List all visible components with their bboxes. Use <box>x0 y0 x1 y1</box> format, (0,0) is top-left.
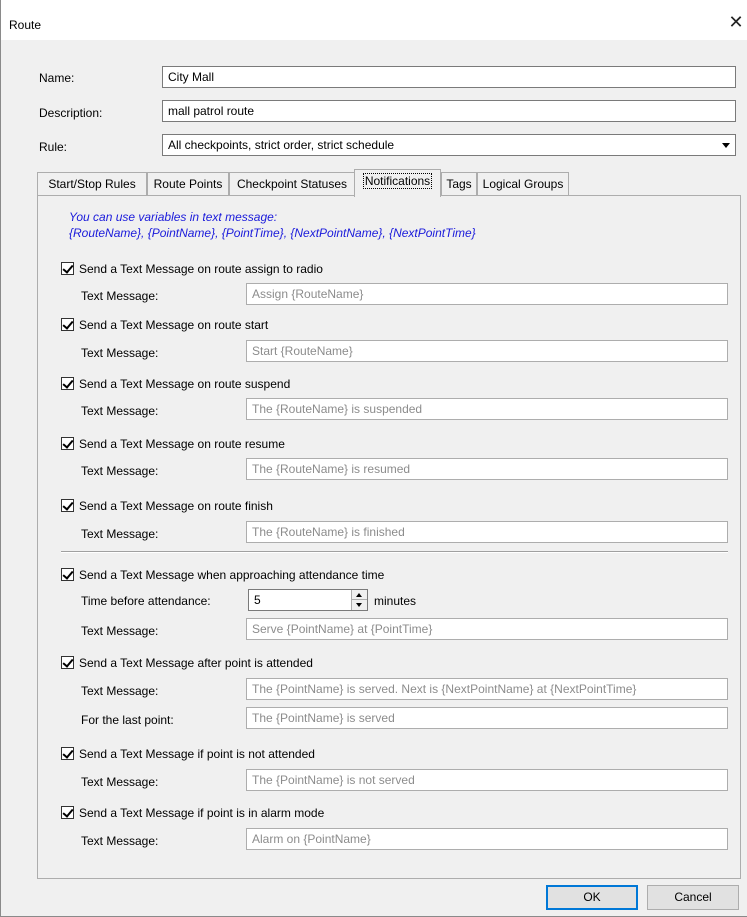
checkbox-approaching-attendance[interactable] <box>61 568 74 581</box>
text-message-label: Text Message: <box>81 684 159 698</box>
checkbox-after-attended[interactable] <box>61 656 74 669</box>
minutes-label: minutes <box>374 594 417 608</box>
assign-to-radio-label: Send a Text Message on route assign to r… <box>79 262 323 276</box>
start-message-field[interactable]: Start {RouteName} <box>246 340 728 362</box>
checkbox-route-suspend[interactable] <box>61 377 74 390</box>
stepper-up-icon[interactable] <box>352 590 367 600</box>
tab-tags[interactable]: Tags <box>441 172 477 196</box>
rule-label: Rule: <box>39 140 68 154</box>
route-resume-label: Send a Text Message on route resume <box>79 437 285 451</box>
time-before-attendance-label: Time before attendance: <box>81 594 211 608</box>
not-attended-message-field[interactable]: The {PointName} is not served <box>246 769 728 791</box>
checkbox-route-start[interactable] <box>61 318 74 331</box>
text-message-label: Text Message: <box>81 624 159 638</box>
alarm-mode-label: Send a Text Message if point is in alarm… <box>79 806 325 820</box>
tab-start-stop-rules[interactable]: Start/Stop Rules <box>37 172 147 196</box>
resume-message-field[interactable]: The {RouteName} is resumed <box>246 458 728 480</box>
tab-notifications[interactable]: Notifications <box>354 169 441 197</box>
window-title: Route <box>9 18 42 32</box>
name-label: Name: <box>39 71 75 85</box>
route-start-label: Send a Text Message on route start <box>79 318 269 332</box>
description-field[interactable]: mall patrol route <box>162 100 736 122</box>
text-message-label: Text Message: <box>81 464 159 478</box>
approaching-message-field[interactable]: Serve {PointName} at {PointTime} <box>246 618 728 640</box>
checkbox-route-finish[interactable] <box>61 499 74 512</box>
text-message-label: Text Message: <box>81 527 159 541</box>
close-icon[interactable]: ✕ <box>725 10 747 36</box>
time-before-attendance-stepper[interactable]: 5 <box>248 589 368 611</box>
name-field[interactable]: City Mall <box>162 66 736 88</box>
checkbox-alarm-mode[interactable] <box>61 806 74 819</box>
route-suspend-label: Send a Text Message on route suspend <box>79 377 291 391</box>
assign-message-field[interactable]: Assign {RouteName} <box>246 283 728 305</box>
title-bar: Route ✕ <box>1 0 747 40</box>
cancel-button[interactable]: Cancel <box>647 885 739 910</box>
tab-checkpoint-statuses[interactable]: Checkpoint Statuses <box>229 172 355 196</box>
tab-route-points[interactable]: Route Points <box>147 172 229 196</box>
rule-dropdown[interactable]: All checkpoints, strict order, strict sc… <box>162 134 736 156</box>
ok-button[interactable]: OK <box>546 885 638 910</box>
not-attended-label: Send a Text Message if point is not atte… <box>79 747 315 761</box>
tab-notifications-label: Notifications <box>362 173 433 189</box>
rule-dropdown-value: All checkpoints, strict order, strict sc… <box>168 138 395 152</box>
after-attended-label: Send a Text Message after point is atten… <box>79 656 313 670</box>
suspend-message-field[interactable]: The {RouteName} is suspended <box>246 398 728 420</box>
checkbox-not-attended[interactable] <box>61 747 74 760</box>
text-message-label: Text Message: <box>81 289 159 303</box>
chevron-down-icon[interactable] <box>717 136 734 154</box>
description-label: Description: <box>39 106 103 120</box>
tab-logical-groups[interactable]: Logical Groups <box>477 172 569 196</box>
stepper-buttons <box>351 590 367 610</box>
alarm-message-field[interactable]: Alarm on {PointName} <box>246 828 728 850</box>
section-divider <box>61 551 728 553</box>
stepper-down-icon[interactable] <box>352 600 367 610</box>
text-message-label: Text Message: <box>81 346 159 360</box>
checkbox-assign-to-radio[interactable] <box>61 262 74 275</box>
after-attended-message-field[interactable]: The {PointName} is served. Next is {Next… <box>246 678 728 700</box>
approaching-attendance-label: Send a Text Message when approaching att… <box>79 568 385 582</box>
text-message-label: Text Message: <box>81 404 159 418</box>
variables-hint-line2: {RouteName}, {PointName}, {PointTime}, {… <box>69 226 476 240</box>
text-message-label: Text Message: <box>81 834 159 848</box>
checkbox-route-resume[interactable] <box>61 437 74 450</box>
text-message-label: Text Message: <box>81 775 159 789</box>
variables-hint-line1: You can use variables in text message: <box>69 210 278 224</box>
route-dialog: Route ✕ Name: City Mall Description: mal… <box>0 0 747 917</box>
finish-message-field[interactable]: The {RouteName} is finished <box>246 521 728 543</box>
route-finish-label: Send a Text Message on route finish <box>79 499 273 513</box>
last-point-label: For the last point: <box>81 713 174 727</box>
time-before-attendance-value: 5 <box>254 593 261 607</box>
last-point-message-field[interactable]: The {PointName} is served <box>246 707 728 729</box>
